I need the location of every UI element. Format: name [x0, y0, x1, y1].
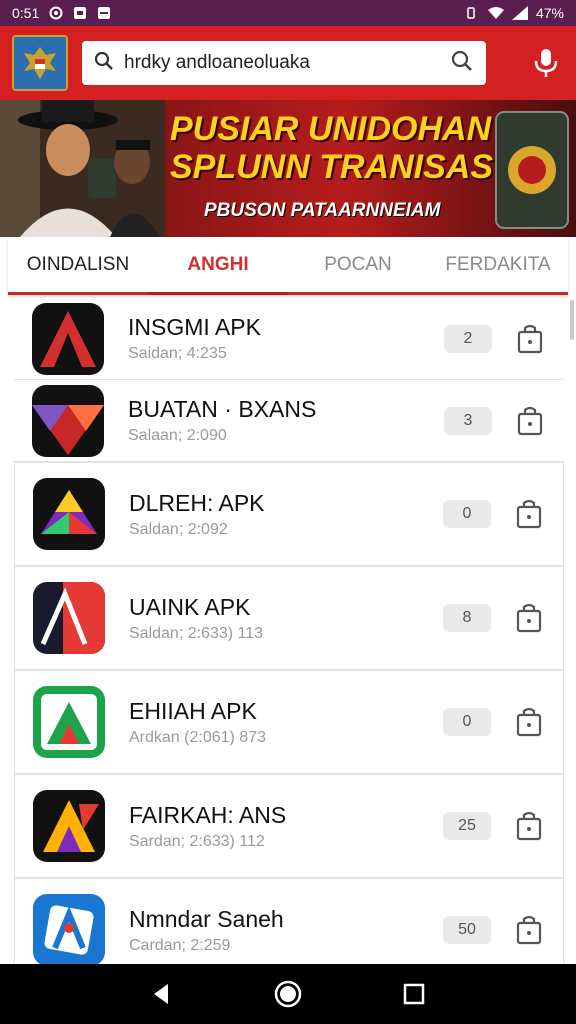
sync-icon: [49, 6, 63, 20]
search-input[interactable]: [124, 52, 440, 74]
category-tabs: OINDALISN ANGHI POCAN FERDAKITA: [8, 237, 568, 295]
scrollbar[interactable]: [570, 300, 574, 340]
app-name: UAINK APK: [129, 593, 251, 620]
app-icon: [33, 582, 105, 654]
search-icon: [94, 51, 114, 76]
count-badge: 25: [443, 812, 491, 840]
back-icon[interactable]: [150, 982, 174, 1006]
app-icon: [32, 302, 104, 375]
list-item[interactable]: DLREH: APK Saldan; 2:092 0: [14, 462, 564, 566]
message-icon: [97, 6, 111, 20]
status-time: 0:51: [12, 5, 40, 21]
promo-banner[interactable]: PUSIAR UNIDOHAN SPLUNN TRANISAS PBUSON P…: [0, 100, 576, 237]
count-badge: 0: [443, 500, 491, 528]
app-icon: [33, 894, 105, 966]
count-badge: 0: [443, 708, 491, 736]
battery-level: 47%: [535, 5, 564, 21]
app-meta: Saidan; 4:235: [128, 345, 227, 362]
home-icon[interactable]: [274, 980, 302, 1008]
app-icon: [33, 790, 105, 862]
app-name: Nmndar Saneh: [129, 905, 284, 932]
download-bag-icon[interactable]: [515, 914, 543, 946]
tab-2[interactable]: POCAN: [288, 237, 428, 292]
search-box[interactable]: [82, 41, 486, 85]
download-bag-icon[interactable]: [516, 405, 544, 437]
app-icon: [32, 384, 104, 457]
notification-icon: [73, 6, 87, 20]
tab-3[interactable]: FERDAKITA: [428, 237, 568, 292]
count-badge: 8: [443, 604, 491, 632]
banner-headline-1: PUSIAR UNIDOHAN: [170, 110, 492, 148]
list-item[interactable]: FAIRKAH: ANS Sardan; 2:633) 112 25: [14, 774, 564, 878]
recents-icon[interactable]: [402, 982, 426, 1006]
app-name: EHIIAH APK: [129, 697, 257, 724]
app-name: INSGMI APK: [128, 314, 261, 340]
app-list: INSGMI APK Saidan; 4:235 2 BUATAN · BXAN…: [14, 298, 564, 982]
signal-icon: [511, 6, 528, 20]
app-meta: Ardkan (2:061) 873: [129, 728, 266, 746]
tab-0[interactable]: OINDALISN: [8, 237, 148, 292]
count-badge: 3: [444, 406, 492, 435]
banner-people-image: [0, 100, 165, 237]
microphone-icon[interactable]: [528, 45, 564, 81]
banner-subtitle: PBUSON PATAARNNEIAM: [204, 200, 441, 221]
app-icon: [33, 478, 105, 550]
app-meta: Saldan; 2:633) 113: [129, 624, 264, 642]
app-meta: Sardan; 2:633) 112: [129, 832, 265, 850]
download-bag-icon[interactable]: [515, 498, 543, 530]
download-bag-icon[interactable]: [516, 323, 544, 355]
count-badge: 50: [443, 916, 491, 944]
app-name: FAIRKAH: ANS: [129, 801, 287, 828]
app-name: BUATAN · BXANS: [128, 396, 317, 422]
download-bag-icon[interactable]: [515, 810, 543, 842]
list-item[interactable]: BUATAN · BXANS Salaan; 2:090 3: [14, 380, 564, 462]
vibrate-icon: [464, 6, 478, 20]
search-submit-icon[interactable]: [450, 49, 474, 78]
app-meta: Saldan; 2:092: [129, 520, 228, 538]
app-icon: [33, 686, 105, 758]
app-meta: Cardan; 2:259: [129, 936, 231, 954]
system-nav-bar: [0, 964, 576, 1024]
list-item[interactable]: UAINK APK Saldan; 2:633) 113 8: [14, 566, 564, 670]
garuda-logo-icon[interactable]: [12, 35, 68, 91]
banner-phone-image: [495, 111, 569, 229]
list-item[interactable]: INSGMI APK Saidan; 4:235 2: [14, 298, 564, 380]
app-meta: Salaan; 2:090: [128, 427, 227, 444]
banner-headline-2: SPLUNN TRANISAS: [170, 148, 494, 186]
list-item[interactable]: EHIIAH APK Ardkan (2:061) 873 0: [14, 670, 564, 774]
download-bag-icon[interactable]: [515, 602, 543, 634]
tab-1[interactable]: ANGHI: [148, 237, 288, 295]
wifi-icon: [487, 6, 504, 20]
app-name: DLREH: APK: [129, 489, 265, 516]
status-bar: 0:51 47%: [0, 0, 576, 26]
download-bag-icon[interactable]: [515, 706, 543, 738]
app-bar: [0, 26, 576, 100]
count-badge: 2: [444, 324, 492, 353]
